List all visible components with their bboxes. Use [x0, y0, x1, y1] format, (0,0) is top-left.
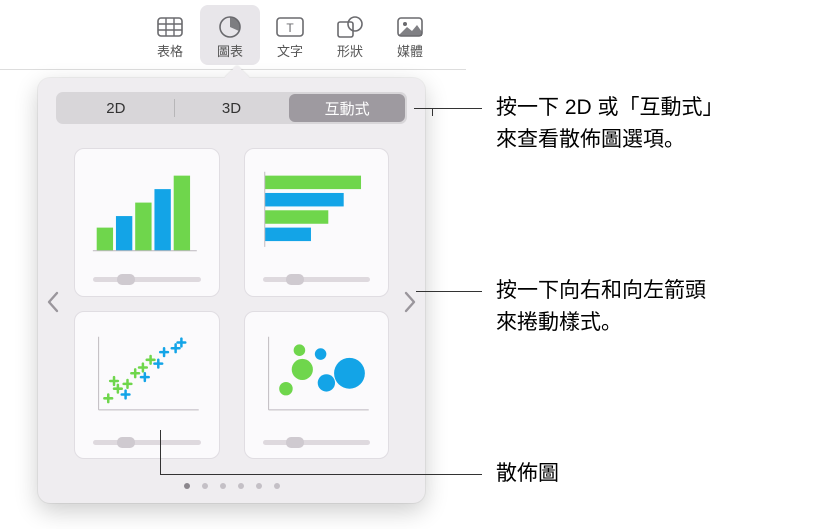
interactive-scatter-chart-option[interactable]: [74, 311, 220, 460]
tab-3d[interactable]: 3D: [174, 94, 290, 122]
page-indicator: [184, 483, 280, 489]
chart-type-segmented-control: 2D 3D 互動式: [56, 92, 407, 124]
scatter-chart-preview: [89, 324, 205, 425]
toolbar-label: 文字: [277, 41, 303, 60]
scrubber-track: [93, 440, 201, 445]
callout-scatter: 散佈圖: [496, 458, 559, 490]
column-chart-preview: [89, 161, 205, 262]
insert-toolbar: 表格 圖表 T 文字 形狀 媒體: [0, 0, 466, 70]
scrubber-thumb: [286, 274, 304, 285]
bar-chart-preview: [259, 161, 375, 262]
style-scrubber[interactable]: [93, 438, 201, 446]
tab-label: 互動式: [325, 98, 370, 119]
scrubber-thumb: [117, 437, 135, 448]
tab-interactive[interactable]: 互動式: [289, 94, 405, 122]
style-scrubber[interactable]: [93, 276, 201, 284]
callout-line-1: 按一下 2D 或「互動式」: [496, 96, 724, 119]
toolbar-chart[interactable]: 圖表: [200, 5, 260, 65]
chart-thumbnail-grid: [74, 148, 389, 459]
callout-label: 散佈圖: [496, 462, 559, 485]
style-scrubber[interactable]: [263, 438, 371, 446]
interactive-bar-chart-option[interactable]: [244, 148, 390, 297]
callout-leader: [160, 430, 161, 474]
callout-leader: [160, 474, 482, 475]
callout-line-2: 來查看散佈圖選項。: [496, 128, 685, 151]
table-icon: [156, 16, 184, 38]
toolbar-label: 圖表: [217, 41, 243, 60]
toolbar-label: 形狀: [337, 41, 363, 60]
scrubber-track: [93, 277, 201, 282]
callout-tabs: 按一下 2D 或「互動式」 來查看散佈圖選項。: [496, 92, 724, 155]
page-dot[interactable]: [256, 483, 262, 489]
interactive-column-chart-option[interactable]: [74, 148, 220, 297]
svg-text:T: T: [286, 21, 294, 35]
scrubber-thumb: [117, 274, 135, 285]
callout-leader: [416, 291, 482, 292]
next-style-arrow[interactable]: [393, 272, 427, 332]
callout-line-1: 按一下向右和向左箭頭: [496, 279, 706, 302]
bubble-chart-preview: [259, 324, 375, 425]
toolbar-text[interactable]: T 文字: [260, 5, 320, 65]
tab-2d[interactable]: 2D: [58, 94, 174, 122]
toolbar-media[interactable]: 媒體: [380, 5, 440, 65]
chart-picker-popover: 2D 3D 互動式: [38, 78, 425, 503]
callout-line-2: 來捲動樣式。: [496, 311, 622, 334]
shape-icon: [336, 16, 364, 38]
interactive-bubble-chart-option[interactable]: [244, 311, 390, 460]
scrubber-thumb: [286, 437, 304, 448]
tab-label: 2D: [106, 100, 125, 117]
callout-leader: [414, 108, 482, 109]
page-dot[interactable]: [238, 483, 244, 489]
style-scrubber[interactable]: [263, 276, 371, 284]
callout-arrows: 按一下向右和向左箭頭 來捲動樣式。: [496, 275, 706, 338]
tab-label: 3D: [222, 100, 241, 117]
toolbar-label: 表格: [157, 41, 183, 60]
page-dot[interactable]: [184, 483, 190, 489]
page-dot[interactable]: [220, 483, 226, 489]
page-dot[interactable]: [274, 483, 280, 489]
text-icon: T: [276, 16, 304, 38]
chart-style-area: [38, 136, 425, 467]
toolbar-label: 媒體: [397, 41, 423, 60]
media-icon: [396, 16, 424, 38]
toolbar-shape[interactable]: 形狀: [320, 5, 380, 65]
chevron-right-icon: [403, 291, 417, 313]
chart-icon: [216, 16, 244, 38]
scrubber-track: [263, 277, 371, 282]
callout-leader: [432, 108, 433, 116]
toolbar-table[interactable]: 表格: [140, 5, 200, 65]
prev-style-arrow[interactable]: [36, 272, 70, 332]
page-dot[interactable]: [202, 483, 208, 489]
chevron-left-icon: [46, 291, 60, 313]
scrubber-track: [263, 440, 371, 445]
